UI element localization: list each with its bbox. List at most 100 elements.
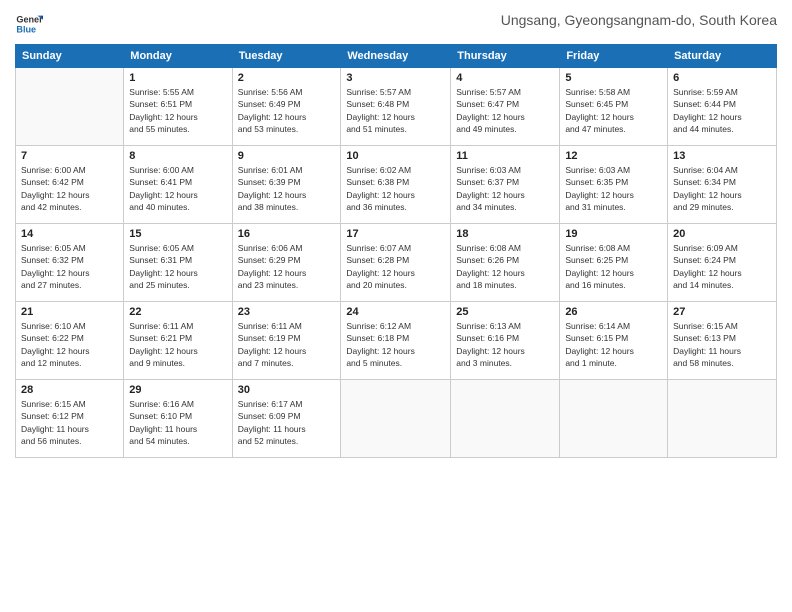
col-header-thursday: Thursday — [451, 45, 560, 68]
day-number: 15 — [129, 228, 226, 240]
day-info: Sunrise: 6:00 AMSunset: 6:41 PMDaylight:… — [129, 164, 226, 213]
day-info: Sunrise: 5:58 AMSunset: 6:45 PMDaylight:… — [565, 86, 662, 135]
day-cell: 17 Sunrise: 6:07 AMSunset: 6:28 PMDayligh… — [341, 224, 451, 302]
title-block: Ungsang, Gyeongsangnam-do, South Korea — [501, 10, 777, 28]
day-number: 9 — [238, 150, 336, 162]
col-header-friday: Friday — [560, 45, 668, 68]
day-number: 7 — [21, 150, 118, 162]
day-info: Sunrise: 5:57 AMSunset: 6:47 PMDaylight:… — [456, 86, 554, 135]
day-cell: 27 Sunrise: 6:15 AMSunset: 6:13 PMDayligh… — [668, 302, 777, 380]
week-row-3: 21 Sunrise: 6:10 AMSunset: 6:22 PMDayligh… — [16, 302, 777, 380]
week-row-1: 7Sunrise: 6:00 AMSunset: 6:42 PMDaylight… — [16, 146, 777, 224]
day-info: Sunrise: 6:01 AMSunset: 6:39 PMDaylight:… — [238, 164, 336, 213]
day-number: 28 — [21, 384, 118, 396]
day-cell: 1 Sunrise: 5:55 AMSunset: 6:51 PMDaylight… — [124, 68, 232, 146]
day-info: Sunrise: 6:11 AMSunset: 6:21 PMDaylight:… — [129, 320, 226, 369]
day-cell — [341, 380, 451, 458]
calendar-table: SundayMondayTuesdayWednesdayThursdayFrid… — [15, 44, 777, 458]
day-info: Sunrise: 6:03 AMSunset: 6:37 PMDaylight:… — [456, 164, 554, 213]
day-cell: 16Sunrise: 6:06 AMSunset: 6:29 PMDayligh… — [232, 224, 341, 302]
col-header-saturday: Saturday — [668, 45, 777, 68]
day-info: Sunrise: 6:15 AMSunset: 6:12 PMDaylight:… — [21, 398, 118, 447]
day-cell: 21 Sunrise: 6:10 AMSunset: 6:22 PMDayligh… — [16, 302, 124, 380]
week-row-0: 1 Sunrise: 5:55 AMSunset: 6:51 PMDaylight… — [16, 68, 777, 146]
page: General Blue Ungsang, Gyeongsangnam-do, … — [0, 0, 792, 612]
day-number: 1 — [129, 72, 226, 84]
day-cell — [560, 380, 668, 458]
day-number: 26 — [565, 306, 662, 318]
day-cell: 20 Sunrise: 6:09 AMSunset: 6:24 PMDayligh… — [668, 224, 777, 302]
day-number: 2 — [238, 72, 336, 84]
day-number: 8 — [129, 150, 226, 162]
day-number: 21 — [21, 306, 118, 318]
day-cell: 22Sunrise: 6:11 AMSunset: 6:21 PMDayligh… — [124, 302, 232, 380]
day-info: Sunrise: 6:07 AMSunset: 6:28 PMDaylight:… — [346, 242, 445, 291]
day-number: 25 — [456, 306, 554, 318]
day-number: 12 — [565, 150, 662, 162]
day-number: 14 — [21, 228, 118, 240]
day-number: 23 — [238, 306, 336, 318]
svg-text:Blue: Blue — [16, 24, 36, 34]
day-info: Sunrise: 6:16 AMSunset: 6:10 PMDaylight:… — [129, 398, 226, 447]
day-cell: 3Sunrise: 5:57 AMSunset: 6:48 PMDaylight… — [341, 68, 451, 146]
day-cell: 8 Sunrise: 6:00 AMSunset: 6:41 PMDaylight… — [124, 146, 232, 224]
day-cell: 28 Sunrise: 6:15 AMSunset: 6:12 PMDayligh… — [16, 380, 124, 458]
day-cell: 23Sunrise: 6:11 AMSunset: 6:19 PMDayligh… — [232, 302, 341, 380]
day-number: 27 — [673, 306, 771, 318]
day-cell: 6 Sunrise: 5:59 AMSunset: 6:44 PMDaylight… — [668, 68, 777, 146]
day-cell: 25 Sunrise: 6:13 AMSunset: 6:16 PMDayligh… — [451, 302, 560, 380]
day-number: 19 — [565, 228, 662, 240]
day-number: 29 — [129, 384, 226, 396]
week-row-2: 14 Sunrise: 6:05 AMSunset: 6:32 PMDayligh… — [16, 224, 777, 302]
day-number: 18 — [456, 228, 554, 240]
day-cell — [16, 68, 124, 146]
day-cell: 29 Sunrise: 6:16 AMSunset: 6:10 PMDayligh… — [124, 380, 232, 458]
day-info: Sunrise: 6:03 AMSunset: 6:35 PMDaylight:… — [565, 164, 662, 213]
day-cell: 19 Sunrise: 6:08 AMSunset: 6:25 PMDayligh… — [560, 224, 668, 302]
day-info: Sunrise: 6:12 AMSunset: 6:18 PMDaylight:… — [346, 320, 445, 369]
day-info: Sunrise: 6:08 AMSunset: 6:25 PMDaylight:… — [565, 242, 662, 291]
day-cell: 7Sunrise: 6:00 AMSunset: 6:42 PMDaylight… — [16, 146, 124, 224]
col-header-monday: Monday — [124, 45, 232, 68]
day-info: Sunrise: 6:02 AMSunset: 6:38 PMDaylight:… — [346, 164, 445, 213]
day-number: 11 — [456, 150, 554, 162]
day-info: Sunrise: 6:13 AMSunset: 6:16 PMDaylight:… — [456, 320, 554, 369]
logo: General Blue — [15, 10, 45, 38]
day-number: 30 — [238, 384, 336, 396]
day-number: 24 — [346, 306, 445, 318]
day-info: Sunrise: 6:17 AMSunset: 6:09 PMDaylight:… — [238, 398, 336, 447]
day-info: Sunrise: 5:59 AMSunset: 6:44 PMDaylight:… — [673, 86, 771, 135]
day-cell: 10 Sunrise: 6:02 AMSunset: 6:38 PMDayligh… — [341, 146, 451, 224]
day-info: Sunrise: 6:10 AMSunset: 6:22 PMDaylight:… — [21, 320, 118, 369]
day-cell: 9 Sunrise: 6:01 AMSunset: 6:39 PMDaylight… — [232, 146, 341, 224]
day-cell: 11 Sunrise: 6:03 AMSunset: 6:37 PMDayligh… — [451, 146, 560, 224]
day-cell: 14 Sunrise: 6:05 AMSunset: 6:32 PMDayligh… — [16, 224, 124, 302]
day-cell: 13Sunrise: 6:04 AMSunset: 6:34 PMDayligh… — [668, 146, 777, 224]
day-number: 4 — [456, 72, 554, 84]
day-cell: 24 Sunrise: 6:12 AMSunset: 6:18 PMDayligh… — [341, 302, 451, 380]
day-number: 13 — [673, 150, 771, 162]
day-info: Sunrise: 6:05 AMSunset: 6:32 PMDaylight:… — [21, 242, 118, 291]
day-info: Sunrise: 6:15 AMSunset: 6:13 PMDaylight:… — [673, 320, 771, 369]
col-header-wednesday: Wednesday — [341, 45, 451, 68]
col-header-sunday: Sunday — [16, 45, 124, 68]
day-info: Sunrise: 6:09 AMSunset: 6:24 PMDaylight:… — [673, 242, 771, 291]
day-cell: 2Sunrise: 5:56 AMSunset: 6:49 PMDaylight… — [232, 68, 341, 146]
day-cell: 26Sunrise: 6:14 AMSunset: 6:15 PMDayligh… — [560, 302, 668, 380]
day-number: 16 — [238, 228, 336, 240]
day-info: Sunrise: 5:55 AMSunset: 6:51 PMDaylight:… — [129, 86, 226, 135]
day-number: 10 — [346, 150, 445, 162]
day-cell — [451, 380, 560, 458]
header-row: SundayMondayTuesdayWednesdayThursdayFrid… — [16, 45, 777, 68]
col-header-tuesday: Tuesday — [232, 45, 341, 68]
day-number: 6 — [673, 72, 771, 84]
logo-icon: General Blue — [15, 10, 43, 38]
day-cell: 12 Sunrise: 6:03 AMSunset: 6:35 PMDayligh… — [560, 146, 668, 224]
day-number: 20 — [673, 228, 771, 240]
day-info: Sunrise: 6:05 AMSunset: 6:31 PMDaylight:… — [129, 242, 226, 291]
day-info: Sunrise: 5:57 AMSunset: 6:48 PMDaylight:… — [346, 86, 445, 135]
day-number: 5 — [565, 72, 662, 84]
day-cell: 5 Sunrise: 5:58 AMSunset: 6:45 PMDaylight… — [560, 68, 668, 146]
day-number: 17 — [346, 228, 445, 240]
day-cell — [668, 380, 777, 458]
